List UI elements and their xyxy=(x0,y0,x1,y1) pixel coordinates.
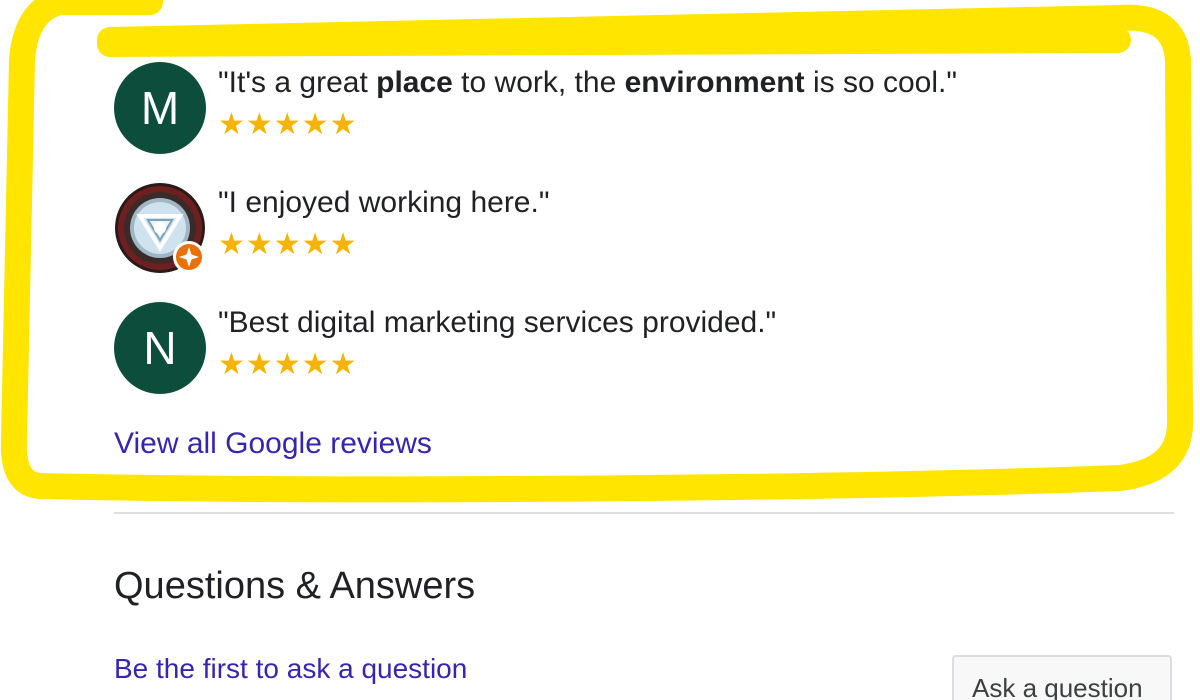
quote-text: "It's a great xyxy=(218,66,377,99)
review-item[interactable]: "I enjoyed working here." ★★★★★ xyxy=(114,182,549,274)
review-body: "It's a great place to work, the environ… xyxy=(218,64,957,142)
review-quote: "Best digital marketing services provide… xyxy=(218,306,777,339)
star-rating: ★★★★★ xyxy=(218,108,358,141)
star-rating: ★★★★★ xyxy=(218,228,358,261)
view-all-reviews-link[interactable]: View all Google reviews xyxy=(114,424,432,464)
quote-text: to work, the xyxy=(452,66,625,99)
quote-text: is so cool." xyxy=(804,66,957,99)
review-item[interactable]: M "It's a great place to work, the envir… xyxy=(114,62,957,154)
qa-section-title: Questions & Answers xyxy=(114,565,476,607)
reviewer-avatar[interactable] xyxy=(114,182,206,274)
ask-first-question-link[interactable]: Be the first to ask a question xyxy=(114,650,467,688)
reviewer-avatar[interactable]: N xyxy=(114,302,206,394)
quote-keyword: place xyxy=(376,66,453,99)
local-guide-badge-icon xyxy=(173,241,205,273)
review-quote: "I enjoyed working here." xyxy=(218,186,550,219)
ask-question-button[interactable]: Ask a question xyxy=(952,655,1172,700)
section-divider xyxy=(114,512,1174,514)
reviewer-avatar[interactable]: M xyxy=(114,62,206,154)
review-body: "Best digital marketing services provide… xyxy=(218,304,776,382)
avatar-letter: N xyxy=(143,322,177,374)
star-rating: ★★★★★ xyxy=(218,348,358,381)
review-item[interactable]: N "Best digital marketing services provi… xyxy=(114,302,776,394)
reviews-panel: M "It's a great place to work, the envir… xyxy=(0,0,1200,700)
quote-keyword: environment xyxy=(624,66,805,99)
review-body: "I enjoyed working here." ★★★★★ xyxy=(218,184,549,262)
avatar-letter: M xyxy=(140,82,180,134)
review-quote: "It's a great place to work, the environ… xyxy=(218,64,957,102)
